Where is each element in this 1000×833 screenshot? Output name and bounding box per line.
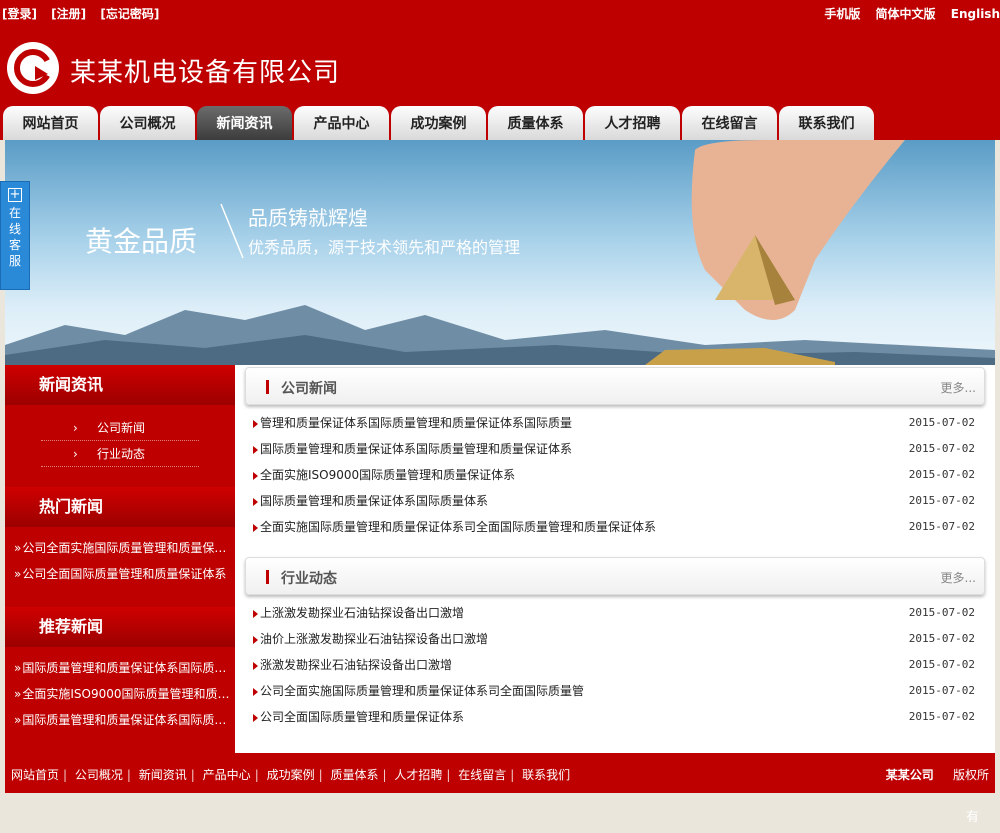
hot-news-item[interactable]: 公司全面实施国际质量管理和质量保证体系: [5, 535, 235, 561]
english-link[interactable]: English: [951, 7, 1000, 21]
footer-link-contact[interactable]: 联系我们: [522, 768, 570, 782]
nav-tab-news[interactable]: 新闻资讯: [197, 106, 292, 140]
nav-tab-products[interactable]: 产品中心: [294, 106, 389, 140]
language-links: 手机版 简体中文版 English: [813, 5, 1000, 22]
sidebar-news-title: 新闻资讯: [5, 365, 235, 405]
sidebar-hot-title: 热门新闻: [5, 487, 235, 527]
list-item: 公司全面国际质量管理和质量保证体系 2015-07-02: [253, 704, 975, 730]
banner-tagline: 优秀品质，源于技术领先和严格的管理: [248, 238, 521, 257]
industry-news-title: 行业动态: [281, 571, 337, 587]
recommend-news-item[interactable]: 全面实施ISO9000国际质量管理和质量保证体系: [5, 681, 235, 707]
cs-label-char: 线: [9, 222, 22, 236]
section-marker: [266, 380, 269, 394]
news-link[interactable]: 油价上涨激发勘探业石油钻探设备出口激增: [253, 626, 488, 652]
register-link[interactable]: [注册]: [51, 7, 86, 21]
industry-news-header: 行业动态 更多...: [245, 557, 985, 595]
footer-link-news[interactable]: 新闻资讯: [139, 768, 187, 782]
header: [登录] [注册] [忘记密码] 手机版 简体中文版 English 某某机电设…: [0, 0, 1000, 140]
cs-label-char: 服: [9, 254, 22, 268]
footer-link-about[interactable]: 公司概况: [75, 768, 123, 782]
news-link[interactable]: 公司全面国际质量管理和质量保证体系: [253, 704, 464, 730]
sidebar-item-industry-news[interactable]: 行业动态: [41, 441, 199, 467]
list-item: 上涨激发勘探业石油钻探设备出口激增 2015-07-02: [253, 600, 975, 626]
nav-tab-about[interactable]: 公司概况: [100, 106, 195, 140]
online-customer-service-button[interactable]: + 在 线 客 服: [0, 181, 30, 290]
footer-links: 网站首页 | 公司概况 | 新闻资讯 | 产品中心 | 成功案例 | 质量体系 | 人才招聘…: [11, 768, 571, 782]
footer-link-quality[interactable]: 质量体系: [330, 768, 378, 782]
recommend-news-item[interactable]: 国际质量管理和质量保证体系国际质量体系: [5, 707, 235, 733]
news-date: 2015-07-02: [908, 606, 975, 619]
news-date: 2015-07-02: [908, 632, 975, 645]
footer-link-products[interactable]: 产品中心: [203, 768, 251, 782]
nav-tab-jobs[interactable]: 人才招聘: [585, 106, 680, 140]
nav-tab-quality[interactable]: 质量体系: [488, 106, 583, 140]
news-date: 2015-07-02: [908, 710, 975, 723]
footer-company: 某某公司: [885, 768, 934, 782]
sidebar-item-company-news[interactable]: 公司新闻: [41, 415, 199, 441]
hot-news-item[interactable]: 公司全面国际质量管理和质量保证体系: [5, 561, 235, 587]
company-news-header: 公司新闻 更多...: [245, 367, 985, 405]
footer-link-jobs[interactable]: 人才招聘: [394, 768, 442, 782]
list-item: 国际质量管理和质量保证体系国际质量体系 2015-07-02: [253, 488, 975, 514]
news-date: 2015-07-02: [908, 658, 975, 671]
news-link[interactable]: 上涨激发勘探业石油钻探设备出口激增: [253, 600, 464, 626]
sidebar-recommend-title: 推荐新闻: [5, 607, 235, 647]
main-nav: 网站首页 公司概况 新闻资讯 产品中心 成功案例 质量体系 人才招聘 在线留言 …: [3, 106, 876, 140]
cs-label-char: 在: [9, 206, 22, 220]
list-item: 全面实施国际质量管理和质量保证体系司全面国际质量管理和质量保证体系 2015-07…: [253, 514, 975, 540]
list-item: 涨激发勘探业石油钻探设备出口激增 2015-07-02: [253, 652, 975, 678]
news-link[interactable]: 全面实施国际质量管理和质量保证体系司全面国际质量管理和质量保证体系: [253, 514, 656, 540]
list-item: 国际质量管理和质量保证体系国际质量管理和质量保证体系 2015-07-02: [253, 436, 975, 462]
news-date: 2015-07-02: [908, 520, 975, 533]
footer: 网站首页 | 公司概况 | 新闻资讯 | 产品中心 | 成功案例 | 质量体系 | 人才招聘…: [5, 753, 995, 793]
news-date: 2015-07-02: [908, 442, 975, 455]
list-item: 管理和质量保证体系国际质量管理和质量保证体系国际质量 2015-07-02: [253, 410, 975, 436]
industry-news-more-link[interactable]: 更多...: [941, 569, 976, 586]
sidebar: 新闻资讯 公司新闻 行业动态 热门新闻 公司全面实施国际质量管理和质量保证体系 …: [5, 365, 235, 753]
nav-tab-contact[interactable]: 联系我们: [779, 106, 874, 140]
login-link[interactable]: [登录]: [2, 7, 37, 21]
recommend-news-item[interactable]: 国际质量管理和质量保证体系国际质量体系: [5, 655, 235, 681]
banner: 黄金品质 品质铸就辉煌 优秀品质，源于技术领先和严格的管理: [5, 140, 995, 365]
company-news-title: 公司新闻: [281, 381, 337, 397]
news-link[interactable]: 涨激发勘探业石油钻探设备出口激增: [253, 652, 452, 678]
company-name: 某某机电设备有限公司: [70, 58, 341, 88]
nav-tab-cases[interactable]: 成功案例: [391, 106, 486, 140]
footer-right: 某某公司 版权所: [886, 766, 989, 783]
news-date: 2015-07-02: [908, 468, 975, 481]
news-link[interactable]: 国际质量管理和质量保证体系国际质量体系: [253, 488, 488, 514]
footer-link-cases[interactable]: 成功案例: [267, 768, 315, 782]
nav-tab-message[interactable]: 在线留言: [682, 106, 777, 140]
footer-overflow-text: 有: [966, 810, 980, 825]
footer-link-home[interactable]: 网站首页: [11, 768, 59, 782]
news-link[interactable]: 国际质量管理和质量保证体系国际质量管理和质量保证体系: [253, 436, 572, 462]
plus-icon: +: [8, 187, 22, 202]
company-logo-icon[interactable]: [4, 40, 62, 96]
news-date: 2015-07-02: [908, 416, 975, 429]
simplified-chinese-link[interactable]: 简体中文版: [876, 7, 936, 21]
forgot-password-link[interactable]: [忘记密码]: [100, 7, 159, 21]
section-marker: [266, 570, 269, 584]
banner-slogan: 品质铸就辉煌: [248, 206, 368, 230]
footer-link-message[interactable]: 在线留言: [458, 768, 506, 782]
news-date: 2015-07-02: [908, 684, 975, 697]
list-item: 油价上涨激发勘探业石油钻探设备出口激增 2015-07-02: [253, 626, 975, 652]
list-item: 公司全面实施国际质量管理和质量保证体系司全面国际质量管 2015-07-02: [253, 678, 975, 704]
auth-links: [登录] [注册] [忘记密码]: [2, 5, 169, 22]
cs-label-char: 客: [9, 238, 22, 252]
banner-headline: 黄金品质: [85, 225, 198, 258]
list-item: 全面实施ISO9000国际质量管理和质量保证体系 2015-07-02: [253, 462, 975, 488]
news-date: 2015-07-02: [908, 494, 975, 507]
news-link[interactable]: 公司全面实施国际质量管理和质量保证体系司全面国际质量管: [253, 678, 584, 704]
main-content: 公司新闻 更多... 管理和质量保证体系国际质量管理和质量保证体系国际质量 201…: [235, 365, 995, 753]
news-link[interactable]: 管理和质量保证体系国际质量管理和质量保证体系国际质量: [253, 410, 572, 436]
nav-tab-home[interactable]: 网站首页: [3, 106, 98, 140]
footer-copyright: 版权所: [952, 768, 989, 782]
company-news-more-link[interactable]: 更多...: [941, 379, 976, 396]
banner-divider-icon: [220, 203, 244, 259]
mobile-version-link[interactable]: 手机版: [824, 7, 860, 21]
news-link[interactable]: 全面实施ISO9000国际质量管理和质量保证体系: [253, 462, 515, 488]
